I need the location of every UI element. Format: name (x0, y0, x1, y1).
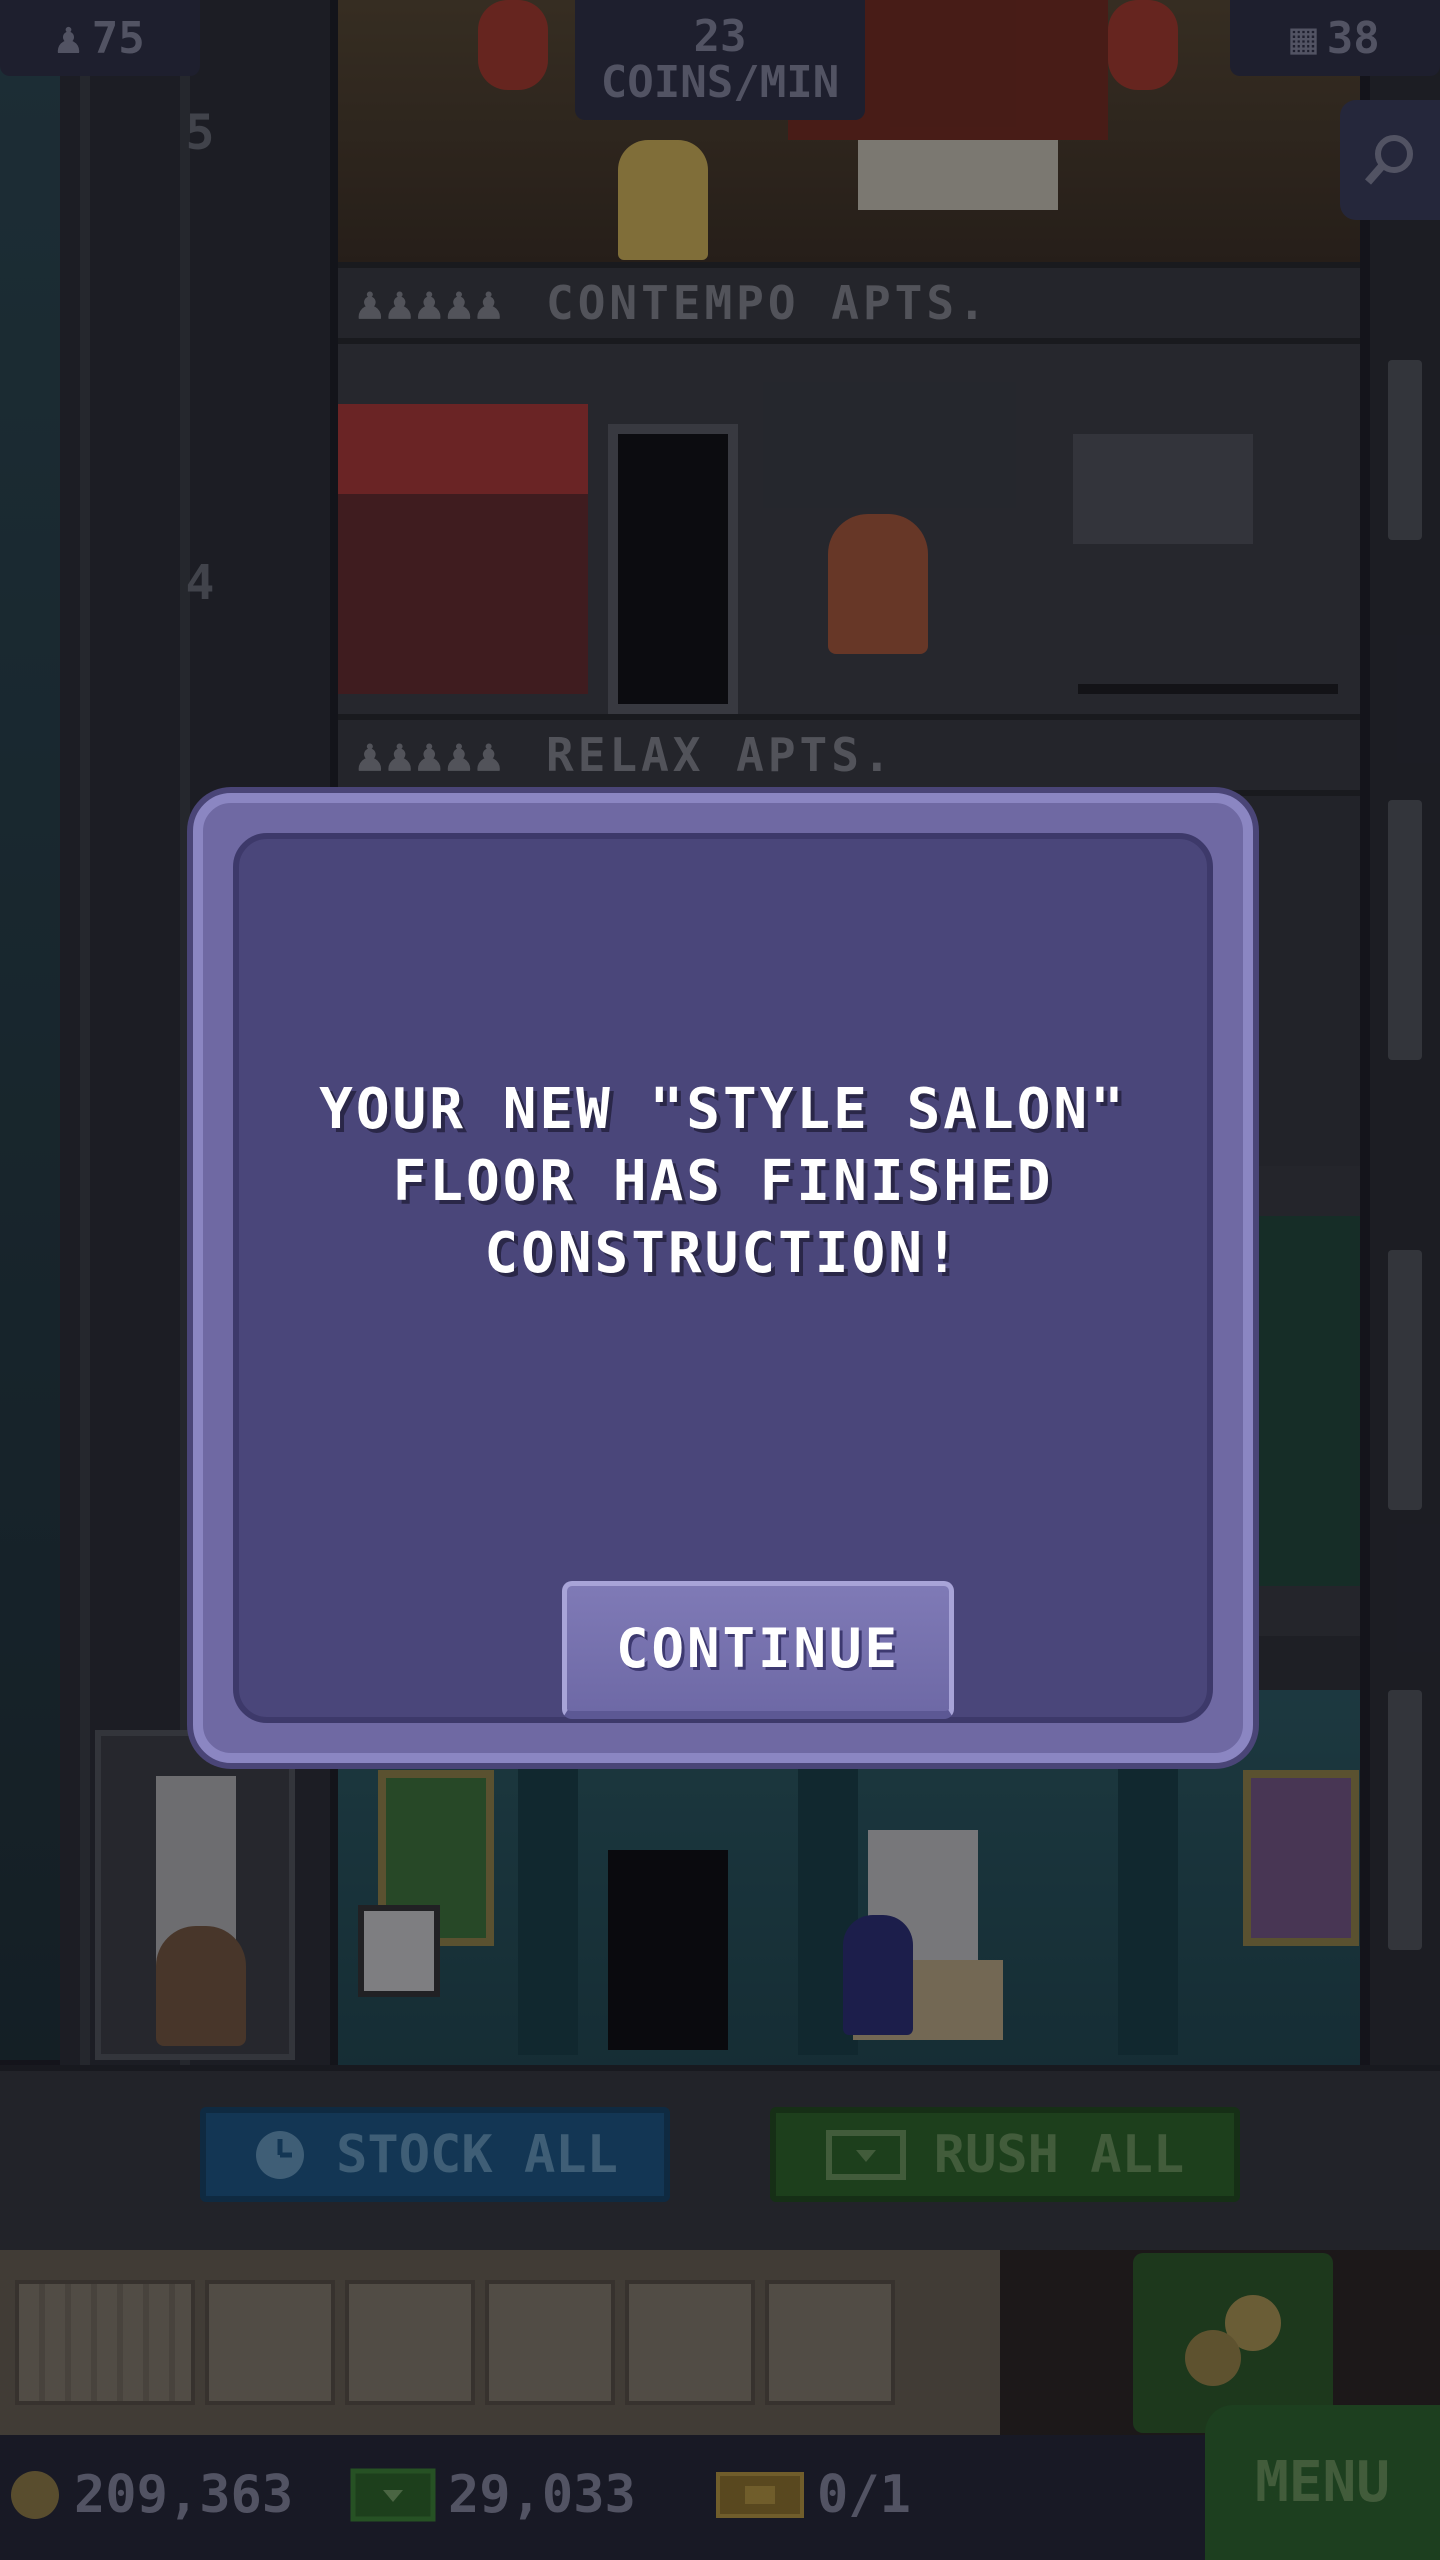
dialog-panel: YOUR NEW "STYLE SALON" FLOOR HAS FINISHE… (233, 833, 1213, 1723)
construction-complete-dialog: YOUR NEW "STYLE SALON" FLOOR HAS FINISHE… (193, 793, 1253, 1763)
continue-button[interactable]: CONTINUE (562, 1581, 954, 1719)
dialog-message: YOUR NEW "STYLE SALON" FLOOR HAS FINISHE… (319, 1077, 1127, 1286)
continue-label: CONTINUE (615, 1617, 901, 1680)
